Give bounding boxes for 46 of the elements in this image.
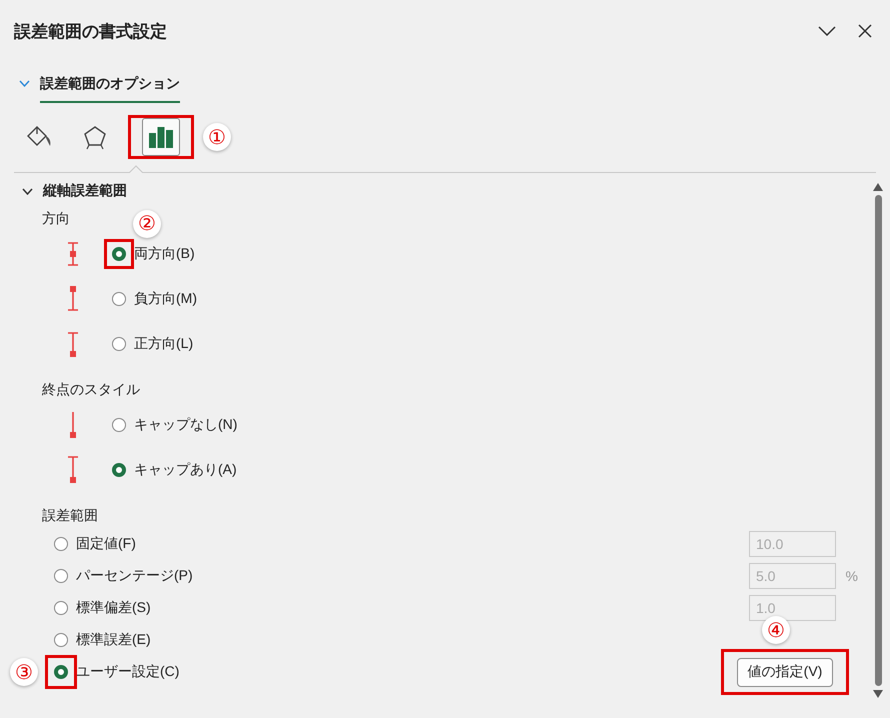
option-label[interactable]: キャップあり(A) xyxy=(134,460,237,478)
radio-button[interactable] xyxy=(54,569,68,583)
unit-label: % xyxy=(844,568,858,584)
radio-button[interactable] xyxy=(112,292,126,306)
panel-title: 誤差範囲の書式設定 xyxy=(14,20,168,42)
bar-chart-icon xyxy=(148,125,174,149)
group-title[interactable]: 縦軸誤差範囲 xyxy=(43,182,127,200)
radio-button[interactable] xyxy=(112,336,126,350)
section-heading: 誤差範囲 xyxy=(42,506,98,525)
error-bar-icon xyxy=(66,456,80,484)
options-tab[interactable]: 誤差範囲のオプション xyxy=(40,67,180,103)
option-label[interactable]: 負方向(M) xyxy=(134,290,197,308)
chevron-icon[interactable] xyxy=(22,188,33,194)
option-label[interactable]: 正方向(L) xyxy=(134,334,194,352)
callout-number: ③ xyxy=(10,658,38,686)
option-label[interactable]: ユーザー設定(C) xyxy=(76,663,180,681)
option-label[interactable]: 標準偏差(S) xyxy=(76,599,151,617)
radio-button[interactable] xyxy=(54,633,68,647)
radio-button[interactable] xyxy=(54,601,68,615)
callout-number: ④ xyxy=(762,616,790,644)
error-bar-icon xyxy=(66,284,80,312)
option-label[interactable]: 固定値(F) xyxy=(76,535,136,553)
error-bar-icon xyxy=(66,240,80,268)
callout-number: ② xyxy=(133,210,161,238)
chevron-icon xyxy=(19,80,30,86)
section-heading: 終点のスタイル xyxy=(42,380,140,399)
section-heading: 方向 xyxy=(42,209,70,228)
icon-tab[interactable] xyxy=(142,118,180,156)
specify-value-button[interactable]: 値の指定(V) xyxy=(736,658,834,686)
option-label[interactable]: 両方向(B) xyxy=(134,244,195,262)
radio-button[interactable] xyxy=(112,462,126,476)
option-label[interactable]: パーセンテージ(P) xyxy=(76,567,193,585)
option-label[interactable]: キャップなし(N) xyxy=(134,416,238,434)
radio-button[interactable] xyxy=(54,665,68,679)
collapse-chevron-icon[interactable] xyxy=(818,26,836,36)
callout-number: ① xyxy=(203,123,231,151)
scroll-down-icon[interactable] xyxy=(873,690,883,698)
radio-button[interactable] xyxy=(54,537,68,551)
scrollbar-thumb[interactable] xyxy=(874,195,882,686)
close-icon[interactable] xyxy=(858,24,872,38)
option-label[interactable]: 標準誤差(E) xyxy=(76,631,151,649)
radio-button[interactable] xyxy=(112,418,126,432)
scroll-up-icon[interactable] xyxy=(873,183,883,191)
error-bar-icon xyxy=(66,330,80,358)
pentagon-icon xyxy=(82,124,108,150)
radio-button[interactable] xyxy=(112,246,126,260)
